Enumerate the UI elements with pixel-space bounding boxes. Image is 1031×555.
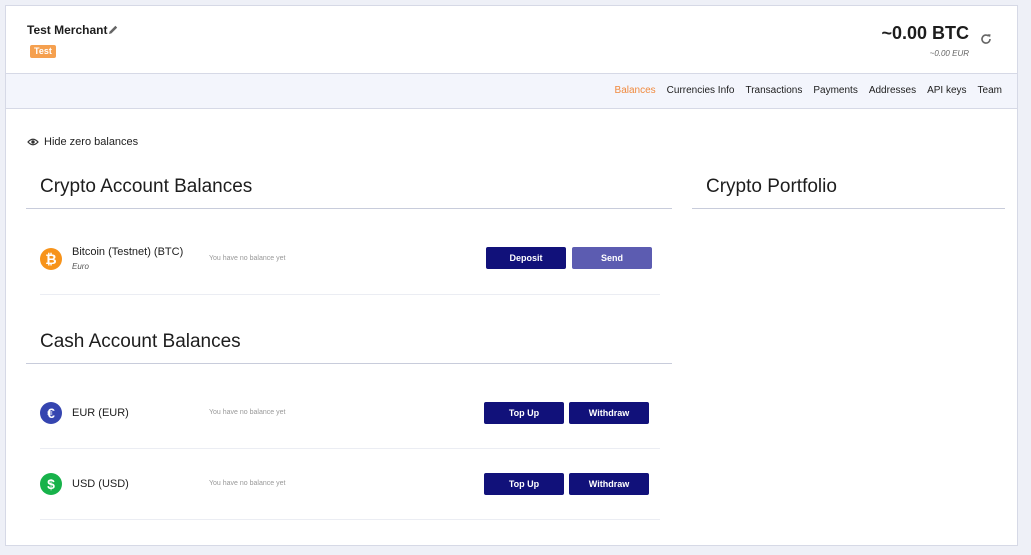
test-badge: Test (30, 45, 56, 58)
hide-zero-label: Hide zero balances (44, 136, 139, 148)
tab-api-keys[interactable]: API keys (927, 85, 966, 96)
cash-title-rule (26, 363, 672, 364)
dollar-icon: $ (40, 473, 62, 495)
nav-bar: Balances Currencies Info Transactions Pa… (6, 74, 1017, 109)
tab-transactions[interactable]: Transactions (745, 85, 802, 96)
eye-icon (27, 138, 39, 146)
coin-subtitle: Euro (72, 262, 89, 271)
tab-payments[interactable]: Payments (813, 85, 857, 96)
refresh-icon[interactable] (979, 32, 993, 46)
nav-menu: Balances Currencies Info Transactions Pa… (615, 85, 1002, 96)
row-divider (40, 519, 660, 520)
portfolio-title-rule (692, 208, 1005, 209)
pencil-icon[interactable] (107, 24, 119, 36)
withdraw-button[interactable]: Withdraw (569, 402, 649, 424)
btc-total: ~0.00 BTC (881, 23, 969, 43)
currency-name: EUR (EUR) (72, 407, 129, 419)
tab-currencies-info[interactable]: Currencies Info (667, 85, 735, 96)
row-divider (40, 448, 660, 449)
merchant-name: Test Merchant (27, 23, 108, 37)
balance-text: You have no balance yet (209, 255, 286, 262)
hide-zero-toggle[interactable]: Hide zero balances (27, 136, 138, 148)
crypto-portfolio-title: Crypto Portfolio (706, 176, 837, 197)
eur-total: ~0.00 EUR (929, 49, 969, 58)
tab-balances[interactable]: Balances (615, 85, 656, 96)
currency-name: USD (USD) (72, 478, 129, 490)
tab-addresses[interactable]: Addresses (869, 85, 916, 96)
app-frame: Test Merchant Test ~0.00 BTC ~0.00 EUR B… (5, 5, 1018, 546)
top-up-button[interactable]: Top Up (484, 473, 564, 495)
top-up-button[interactable]: Top Up (484, 402, 564, 424)
crypto-title-rule (26, 208, 672, 209)
balance-text: You have no balance yet (209, 480, 286, 487)
header: Test Merchant Test ~0.00 BTC ~0.00 EUR (6, 6, 1017, 74)
tab-team[interactable]: Team (978, 85, 1002, 96)
euro-icon: € (40, 402, 62, 424)
bitcoin-icon: ₿ (40, 248, 62, 270)
crypto-balances-title: Crypto Account Balances (40, 176, 253, 197)
row-divider (40, 294, 660, 295)
send-button[interactable]: Send (572, 247, 652, 269)
cash-balances-title: Cash Account Balances (40, 331, 241, 352)
balance-text: You have no balance yet (209, 409, 286, 416)
withdraw-button[interactable]: Withdraw (569, 473, 649, 495)
coin-name: Bitcoin (Testnet) (BTC) (72, 246, 184, 258)
deposit-button[interactable]: Deposit (486, 247, 566, 269)
